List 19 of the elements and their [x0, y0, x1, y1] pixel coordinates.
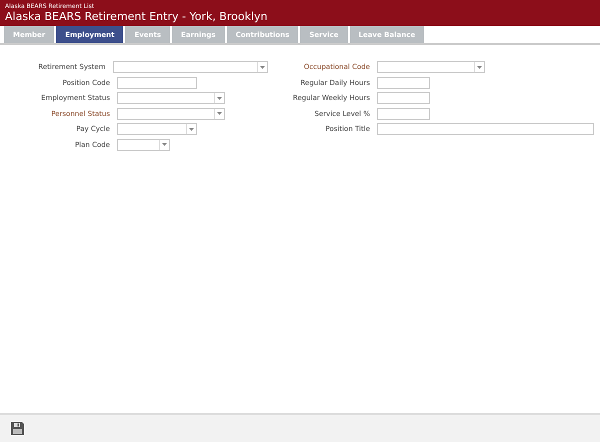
- dropdown-field[interactable]: [112, 61, 268, 73]
- dropdown-field[interactable]: [117, 138, 170, 150]
- dropdown-field[interactable]: [117, 92, 225, 104]
- input-field[interactable]: [377, 92, 430, 104]
- dropdown-field[interactable]: [377, 61, 485, 73]
- input-field[interactable]: [377, 76, 430, 88]
- dropdown-field[interactable]: [117, 108, 225, 120]
- dropdown-arrow-icon: [186, 124, 196, 134]
- dropdown-field[interactable]: [117, 123, 197, 135]
- input-field[interactable]: [377, 108, 430, 120]
- window-title: Alaska BEARS Retirement Entry - York, Brooklyn: [5, 10, 269, 24]
- dropdown-arrow-icon: [159, 140, 169, 150]
- dropdown-arrow-icon: [214, 93, 224, 103]
- dropdown-arrow-icon: [257, 62, 267, 72]
- dropdown-arrow-icon: [474, 62, 484, 72]
- dropdown-arrow-icon: [214, 108, 224, 118]
- save-icon[interactable]: [11, 422, 24, 435]
- input-field[interactable]: [377, 123, 594, 135]
- input-field[interactable]: [117, 76, 197, 88]
